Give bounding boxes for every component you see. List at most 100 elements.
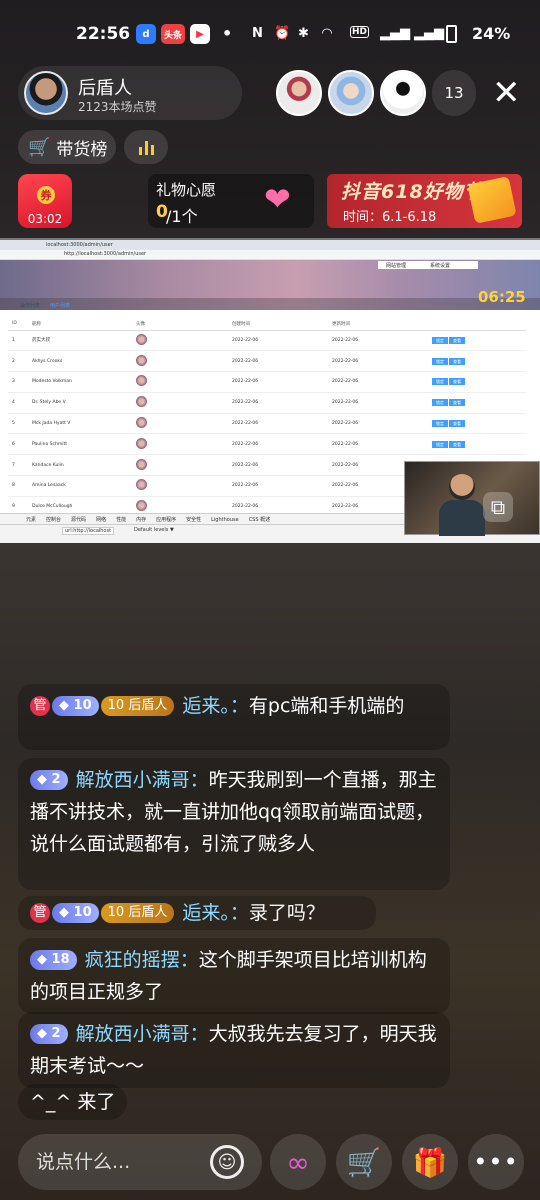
cell-id: 7 [8, 454, 28, 477]
lock-button[interactable]: 锁定 [432, 420, 448, 428]
user-avatar [136, 437, 147, 449]
devtools-tab[interactable]: 性能 [116, 517, 126, 523]
tab-actions[interactable]: 操作列表 [20, 302, 40, 309]
cell-created: 2022-22-06 [228, 330, 328, 352]
lock-button[interactable]: 锁定 [432, 357, 448, 365]
more-button[interactable]: ••• [468, 1134, 524, 1190]
tab-users[interactable]: 用户列表 [50, 302, 70, 309]
cell-nickname: 药实大叔 [28, 330, 132, 352]
video-icon: ▶ [190, 24, 210, 44]
view-button[interactable]: 查看 [449, 357, 465, 365]
devtools-tab[interactable]: 网络 [96, 517, 106, 523]
table-row: 6 Paulino Schmitt 2022-22-06 2022-22-06 锁定 查看 [8, 433, 526, 456]
chat-text: 录了吗？ [248, 902, 325, 924]
view-button[interactable]: 查看 [449, 378, 465, 386]
level-value: 18 [51, 952, 70, 967]
devtools-tab[interactable]: 应用程序 [156, 517, 176, 523]
cell-updated: 2022-22-06 [328, 413, 428, 435]
view-button[interactable]: 查看 [449, 399, 465, 407]
coupon-icon: 券 [37, 186, 55, 204]
admin-top-nav: 网站管理 系统设置 [378, 261, 478, 269]
chat-nickname[interactable]: 逅来。： [182, 695, 249, 717]
lock-button[interactable]: 锁定 [432, 440, 448, 448]
view-button[interactable]: 查看 [449, 420, 465, 428]
gift-button[interactable]: 🎁 [402, 1134, 458, 1190]
close-icon[interactable]: ✕ [492, 76, 521, 110]
cell-nickname: Akhys Crooks [28, 350, 132, 373]
nav-settings[interactable]: 系统设置 [430, 262, 450, 269]
lock-button[interactable]: 锁定 [432, 336, 448, 344]
host-avatar[interactable] [24, 71, 68, 115]
viewer-avatar[interactable] [276, 70, 322, 116]
cell-actions: 锁定查看 [428, 330, 526, 352]
devtools-filter[interactable]: url:http://localhost [62, 527, 115, 535]
stats-button[interactable] [124, 130, 168, 164]
viewer-count[interactable]: 13 [432, 70, 476, 116]
comment-box[interactable]: ☺ [18, 1134, 262, 1190]
dot-icon: • [222, 24, 233, 43]
cell-created: 2022-22-06 [228, 454, 328, 477]
lock-button[interactable]: 锁定 [432, 378, 448, 386]
chat-nickname[interactable]: 逅来。： [182, 902, 249, 924]
status-time: 22:56 [76, 24, 131, 44]
browser-url[interactable]: http://localhost:3000/admin/user [64, 251, 146, 257]
promo-banner[interactable]: 抖音618好物节 时间：6.1-6.18 [327, 174, 522, 228]
cell-actions: 锁定查看 [428, 350, 526, 373]
promo-date: 时间：6.1-6.18 [343, 210, 437, 225]
battery-icon [446, 25, 457, 43]
cell-created: 2022-22-06 [228, 371, 328, 393]
host-card[interactable]: 后盾人 2123本场点赞 [18, 66, 242, 120]
fan-club-name: 后盾人 [128, 698, 168, 713]
devtools-tab[interactable]: 安全性 [186, 517, 201, 523]
cell-updated: 2022-22-06 [328, 371, 428, 393]
hd-icon: HD [350, 26, 370, 38]
cell-avatar [132, 392, 228, 414]
chat-message[interactable]: 管 ◆ 10 10 后盾人 逅来。：录了吗？ [18, 896, 376, 930]
comment-input[interactable] [36, 1148, 206, 1176]
overlay-clock: 06:25 [478, 288, 526, 306]
screen-share[interactable]: localhost:3000/admin/user http://localho… [0, 238, 540, 543]
cell-nickname: Dr. Stely Abe V [28, 392, 132, 414]
view-button[interactable]: 查看 [449, 440, 465, 448]
alarm-icon: ⏰ [274, 26, 291, 41]
admin-badge: 管 [30, 696, 50, 716]
sales-rank-button[interactable]: 🛒 带货榜 [18, 130, 116, 164]
emoji-icon[interactable]: ☺ [210, 1145, 244, 1179]
viewer-avatar[interactable] [380, 70, 426, 116]
view-button[interactable]: 查看 [449, 336, 465, 344]
user-avatar [136, 396, 147, 408]
chat-message[interactable]: ◆ 18 疯狂的摇摆：这个脚手架项目比培训机构的项目正规多了 [18, 938, 450, 1014]
user-avatar [136, 458, 147, 470]
gift-wish-card[interactable]: 礼物心愿 0 /1个 ❤ [148, 174, 314, 228]
cart-button[interactable]: 🛒 [336, 1134, 392, 1190]
chat-message[interactable]: 管 ◆ 10 10 后盾人 逅来。：有pc端和手机端的 [18, 684, 450, 750]
chat-message[interactable]: ◆ 2 解放西小满哥：大叔我先去复习了，明天我期末考试～～ [18, 1012, 450, 1088]
cell-id: 8 [8, 475, 28, 497]
presenter-face [449, 474, 475, 500]
link-button[interactable]: ∞ [270, 1134, 326, 1190]
sales-rank-label: 带货榜 [56, 139, 108, 160]
devtools-tab[interactable]: 源代码 [71, 517, 86, 523]
chat-nickname[interactable]: 疯狂的摇摆： [85, 949, 199, 971]
lock-button[interactable]: 锁定 [432, 399, 448, 407]
col-nickname: 昵称 [28, 318, 132, 331]
viewer-avatar[interactable] [328, 70, 374, 116]
browser-tab[interactable]: localhost:3000/admin/user [46, 242, 113, 248]
devtools-tab[interactable]: Lighthouse [211, 517, 239, 523]
nav-site[interactable]: 网站管理 [386, 262, 406, 269]
devtools-tab[interactable]: CSS 概述 [249, 517, 270, 523]
user-avatar [136, 333, 147, 345]
devtools-tab[interactable]: 控制台 [46, 517, 61, 523]
chat-message[interactable]: ◆ 2 解放西小满哥：昨天我刷到一个直播，那主播不讲技术，就一直讲加他qq领取前… [18, 758, 450, 890]
devtools-levels[interactable]: Default levels ▼ [134, 527, 174, 533]
level-badge: ◆ 18 [30, 950, 77, 970]
devtools-tab[interactable]: 内存 [136, 517, 146, 523]
cell-created: 2022-22-06 [228, 350, 328, 373]
presenter-body [439, 500, 485, 536]
devtools-tab[interactable]: 元素 [26, 517, 36, 523]
chat-nickname[interactable]: 解放西小满哥： [76, 1023, 209, 1045]
gift-box-icon [467, 176, 517, 224]
table-row: 5 Mck Jada Hyatt V 2022-22-06 2022-22-06 锁定查… [8, 413, 526, 435]
rotate-screen-icon[interactable]: ⧉ [483, 492, 513, 522]
chat-nickname[interactable]: 解放西小满哥： [76, 769, 209, 791]
